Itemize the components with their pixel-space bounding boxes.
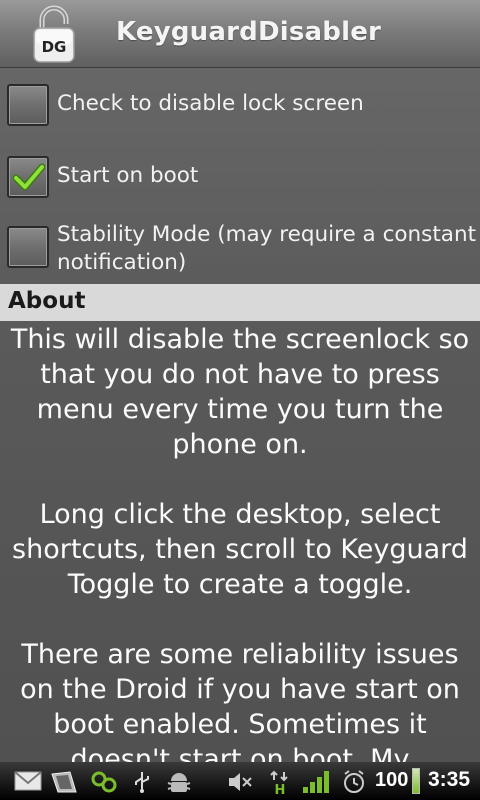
setting-stability-mode[interactable]: Stability Mode (may require a constant n… (0, 212, 480, 284)
svg-text:H: H (275, 783, 286, 796)
clock-time: 3:35 (428, 768, 471, 791)
lock-app-icon: DG (28, 4, 80, 64)
battery-icon (412, 768, 420, 794)
app-screen: DG KeyguardDisabler Check to disable loc… (0, 0, 480, 800)
android-debug-icon (167, 773, 191, 792)
alarm-icon (344, 770, 364, 793)
disable-lock-screen-label: Check to disable lock screen (57, 91, 364, 116)
about-title: About (8, 288, 86, 314)
about-paragraph: This will disable the screenlock so that… (10, 324, 470, 460)
setting-disable-lock-screen[interactable]: Check to disable lock screen (0, 68, 480, 140)
app-icon-label: DG (42, 38, 67, 56)
about-paragraph: Long click the desktop, select shortcuts… (12, 499, 468, 600)
stability-mode-checkbox[interactable] (7, 226, 49, 268)
setting-start-on-boot[interactable]: Start on boot (0, 140, 480, 212)
usb-icon (135, 772, 149, 793)
sync-icon (91, 771, 117, 793)
about-paragraph: There are some reliability issues on the… (20, 639, 460, 775)
start-on-boot-label: Start on boot (57, 163, 199, 188)
data-arrows-icon: H (270, 770, 288, 796)
status-bar[interactable]: H 100 3:35 (0, 762, 480, 800)
about-text: This will disable the screenlock so that… (6, 322, 474, 800)
disable-lock-screen-checkbox[interactable] (7, 84, 49, 126)
stability-mode-label-line2: notification) (57, 250, 187, 275)
app-title: KeyguardDisabler (116, 17, 382, 47)
signal-icon (303, 771, 329, 793)
start-on-boot-checkbox[interactable] (7, 156, 49, 198)
battery-percent: 100 (375, 769, 409, 791)
stability-mode-label-line1: Stability Mode (may require a constant (57, 222, 477, 247)
check-mark-icon (13, 163, 45, 191)
sim-tool-icon (51, 771, 77, 793)
title-bar: DG KeyguardDisabler (0, 0, 480, 68)
mute-icon (229, 773, 252, 791)
gmail-icon (14, 771, 42, 791)
about-section-header: About (0, 284, 480, 321)
